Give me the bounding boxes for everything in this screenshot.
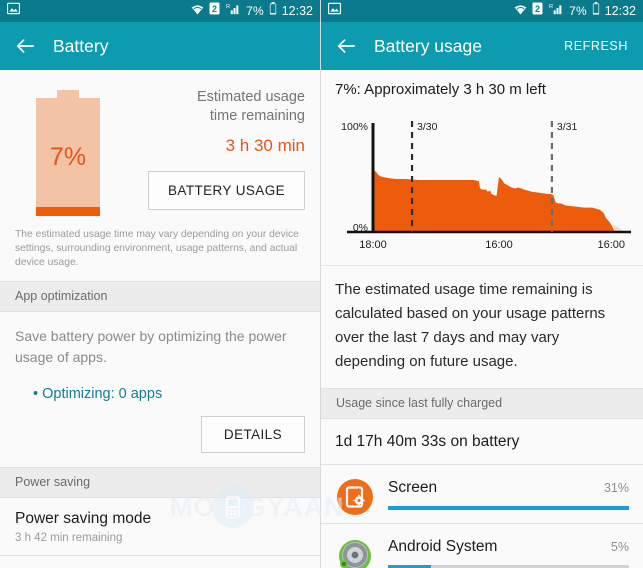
battery-history-chart: 100% 0% 18:00 16:00 16:00 3/30 3/31 xyxy=(321,100,643,265)
battery-shape: 7% xyxy=(36,90,100,216)
right-panel-battery-usage: 2 R 7% 12:32 Battery usage REFRESH 7%: A… xyxy=(321,0,643,568)
roaming-signal-icon: R xyxy=(225,2,241,20)
battery-history-chart-svg: 100% 0% 18:00 16:00 16:00 3/30 3/31 xyxy=(341,121,631,251)
back-arrow-icon[interactable] xyxy=(15,36,35,56)
usage-item-percent: 5% xyxy=(610,540,629,554)
sim-2-icon: 2 xyxy=(209,2,220,20)
battery-icon xyxy=(592,2,600,20)
svg-text:2: 2 xyxy=(212,4,217,14)
details-button[interactable]: DETAILS xyxy=(200,416,305,453)
app-optimization-body: Save battery power by optimizing the pow… xyxy=(0,312,320,402)
app-bar-battery-usage: Battery usage REFRESH xyxy=(321,22,643,70)
chart-day-marker-label-0: 3/30 xyxy=(417,121,438,133)
wifi-icon xyxy=(514,2,527,20)
status-battery-percent: 7% xyxy=(569,4,587,18)
usage-content: Android System 5% xyxy=(388,534,629,568)
section-power-saving: Power saving xyxy=(0,467,320,498)
chart-area-battery xyxy=(373,170,615,232)
estimated-usage-label-line2: time remaining xyxy=(209,108,305,124)
sim-2-icon: 2 xyxy=(532,2,543,20)
status-bar-left-icons xyxy=(6,2,21,20)
usage-item-name: Android System xyxy=(388,538,498,555)
refresh-button[interactable]: REFRESH xyxy=(564,39,628,53)
time-remaining-value: 3 h 30 min xyxy=(225,136,305,155)
chart-x-tick-2: 16:00 xyxy=(597,239,625,251)
battery-level-fill xyxy=(36,207,100,216)
battery-info: Estimated usage time remaining 3 h 30 mi… xyxy=(121,86,305,216)
usage-header-row: Screen 31% xyxy=(388,479,629,497)
status-clock: 12:32 xyxy=(281,4,313,18)
dual-screenshot: 2 R 7% 12:32 Battery 7% Estimated usage … xyxy=(0,0,643,568)
chart-x-tick-0: 18:00 xyxy=(359,239,387,251)
optimizing-status: • Optimizing: 0 apps xyxy=(33,386,163,402)
chart-day-marker-label-1: 3/31 xyxy=(557,121,578,133)
status-bar-left-icons xyxy=(327,2,342,20)
wifi-icon xyxy=(191,2,204,20)
status-battery-percent: 7% xyxy=(246,4,264,18)
usage-progress-fill xyxy=(388,506,629,510)
status-bar-left: 2 R 7% 12:32 xyxy=(0,0,320,22)
battery-disclaimer: The estimated usage time may vary depend… xyxy=(15,229,299,268)
list-item-screen[interactable]: Screen 31% xyxy=(321,464,643,523)
battery-graphic: 7% xyxy=(15,86,121,216)
usage-header-row: Android System 5% xyxy=(388,538,629,556)
battery-cap xyxy=(57,90,79,98)
battery-summary-card: 7% Estimated usage time remaining 3 h 30… xyxy=(0,70,320,216)
roaming-signal-icon: R xyxy=(548,2,564,20)
svg-text:R: R xyxy=(549,4,553,10)
usage-item-name: Screen xyxy=(388,479,438,496)
usage-explanation: The estimated usage time remaining is ca… xyxy=(321,265,643,388)
svg-text:2: 2 xyxy=(535,4,540,14)
chart-x-tick-1: 16:00 xyxy=(485,239,513,251)
android-system-icon xyxy=(335,536,375,568)
status-bar-right-icons: 2 R 7% 12:32 xyxy=(514,2,636,20)
list-item-power-saving-mode[interactable]: Power saving mode 3 h 42 min remaining xyxy=(0,498,320,555)
usage-item-percent: 31% xyxy=(603,481,629,495)
row-subtitle: 3 h 42 min remaining xyxy=(15,532,123,544)
status-clock: 12:32 xyxy=(604,4,636,18)
row-title: Power saving mode xyxy=(15,510,152,527)
svg-text:R: R xyxy=(226,4,230,10)
image-icon xyxy=(6,2,21,20)
list-item-android-system[interactable]: Android System 5% xyxy=(321,523,643,568)
section-usage-since-charged: Usage since last fully charged xyxy=(321,388,643,419)
battery-usage-button[interactable]: BATTERY USAGE xyxy=(148,171,305,210)
image-icon xyxy=(327,2,342,20)
chart-heading: 7%: Approximately 3 h 30 m left xyxy=(321,70,643,100)
page-title: Battery xyxy=(53,35,109,56)
status-bar-right-icons: 2 R 7% 12:32 xyxy=(191,2,313,20)
status-bar-right: 2 R 7% 12:32 xyxy=(321,0,643,22)
battery-body: 7% xyxy=(36,98,100,216)
estimated-usage-label-line1: Estimated usage xyxy=(196,89,305,105)
battery-icon xyxy=(269,2,277,20)
chart-y-tick-bottom: 0% xyxy=(353,222,368,234)
screen-settings-icon xyxy=(335,477,375,517)
usage-content: Screen 31% xyxy=(388,475,629,510)
on-battery-duration: 1d 17h 40m 33s on battery xyxy=(321,419,643,464)
back-arrow-icon[interactable] xyxy=(336,36,356,56)
app-bar-battery: Battery xyxy=(0,22,320,70)
usage-progress-track xyxy=(388,506,629,510)
chart-y-tick-top: 100% xyxy=(341,121,368,133)
app-optimization-actions: DETAILS xyxy=(0,402,320,467)
left-panel-battery-settings: 2 R 7% 12:32 Battery 7% Estimated usage … xyxy=(0,0,321,568)
page-title: Battery usage xyxy=(374,35,482,56)
list-item-ultra-power-saving-mode[interactable]: Ultra power saving mode 8 h 13 min remai… xyxy=(0,555,320,568)
section-app-optimization: App optimization xyxy=(0,281,320,312)
app-optimization-description: Save battery power by optimizing the pow… xyxy=(15,328,287,365)
battery-percent-label: 7% xyxy=(49,142,87,171)
